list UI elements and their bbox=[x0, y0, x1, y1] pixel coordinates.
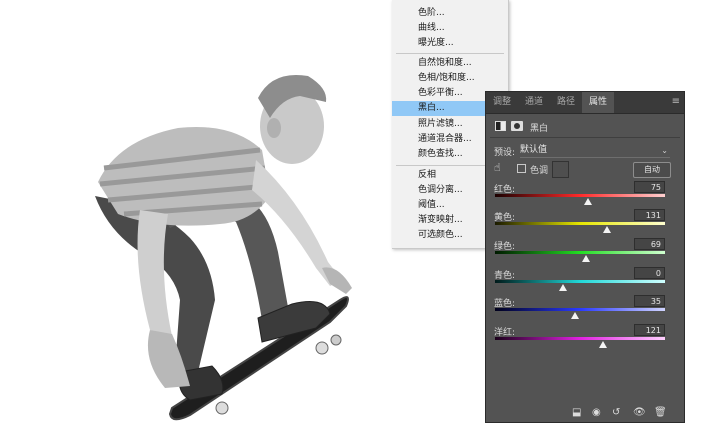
blues-value-field[interactable]: 35 bbox=[634, 295, 665, 307]
tab-channels[interactable]: 通道 bbox=[518, 92, 550, 113]
clip-to-layer-icon[interactable]: ⬓ bbox=[572, 407, 581, 418]
tint-checkbox[interactable] bbox=[517, 164, 526, 173]
panel-bottom-toolbar: ⬓ ◉ ↺ 👁 🗑 bbox=[486, 401, 684, 422]
cyans-value-field[interactable]: 0 bbox=[634, 267, 665, 279]
preset-label: 预设: bbox=[494, 148, 516, 158]
menu-item-levels[interactable]: 色阶... bbox=[392, 6, 508, 21]
head bbox=[258, 74, 327, 164]
visibility-eye-icon[interactable]: 👁 bbox=[633, 407, 646, 418]
magentas-gradient-track bbox=[495, 337, 665, 340]
menu-item-curves[interactable]: 曲线... bbox=[392, 21, 508, 36]
tint-color-swatch[interactable] bbox=[552, 161, 569, 178]
yellows-value-field[interactable]: 131 bbox=[634, 209, 665, 221]
cyans-gradient-track bbox=[495, 280, 665, 283]
tab-properties[interactable]: 属性 bbox=[582, 92, 614, 113]
skateboarder-photo bbox=[95, 74, 352, 421]
reds-value-field[interactable]: 75 bbox=[634, 181, 665, 193]
preset-dropdown[interactable]: 默认值 ⌄ bbox=[520, 144, 670, 158]
panel-header-title: 黑白 bbox=[530, 124, 549, 134]
greens-gradient-track bbox=[495, 251, 665, 254]
menu-item-hue-saturation[interactable]: 色相/饱和度... bbox=[392, 71, 508, 86]
menu-separator bbox=[396, 53, 504, 54]
panel-menu-icon[interactable]: ≡ bbox=[672, 96, 680, 107]
yellows-slider-thumb[interactable] bbox=[603, 226, 611, 233]
trash-icon[interactable]: 🗑 bbox=[654, 407, 667, 418]
greens-value-field[interactable]: 69 bbox=[634, 238, 665, 250]
reds-gradient-track bbox=[495, 194, 665, 197]
reds-slider-thumb[interactable] bbox=[584, 198, 592, 205]
tint-label: 色调 bbox=[530, 166, 549, 176]
panel-tab-bar: 调整 通道 路径 属性 ≡ bbox=[486, 92, 684, 114]
view-previous-state-icon[interactable]: ◉ bbox=[592, 407, 601, 418]
magentas-slider-thumb[interactable] bbox=[599, 341, 607, 348]
header-divider bbox=[490, 137, 680, 138]
targeted-adjustment-hand-icon[interactable]: ☝ bbox=[494, 161, 501, 174]
menu-item-exposure[interactable]: 曝光度... bbox=[392, 36, 508, 51]
cyans-slider-thumb[interactable] bbox=[559, 284, 567, 291]
auto-button[interactable]: 自动 bbox=[633, 162, 671, 178]
blues-slider-thumb[interactable] bbox=[571, 312, 579, 319]
adjustment-layer-icon bbox=[495, 121, 506, 131]
properties-panel: 调整 通道 路径 属性 ≡ 黑白 预设: 默认值 ⌄ ☝ 色调 自动 红色: 7… bbox=[485, 91, 685, 423]
reset-icon[interactable]: ↺ bbox=[612, 407, 620, 418]
preset-value: 默认值 bbox=[520, 145, 548, 155]
menu-item-vibrance[interactable]: 自然饱和度... bbox=[392, 56, 508, 71]
tab-paths[interactable]: 路径 bbox=[550, 92, 582, 113]
greens-slider-thumb[interactable] bbox=[582, 255, 590, 262]
chevron-down-icon: ⌄ bbox=[661, 146, 668, 155]
tab-adjustments[interactable]: 调整 bbox=[486, 92, 518, 113]
mask-icon bbox=[511, 121, 523, 131]
yellows-gradient-track bbox=[495, 222, 665, 225]
blues-gradient-track bbox=[495, 308, 665, 311]
magentas-value-field[interactable]: 121 bbox=[634, 324, 665, 336]
striped-shirt bbox=[98, 126, 270, 226]
